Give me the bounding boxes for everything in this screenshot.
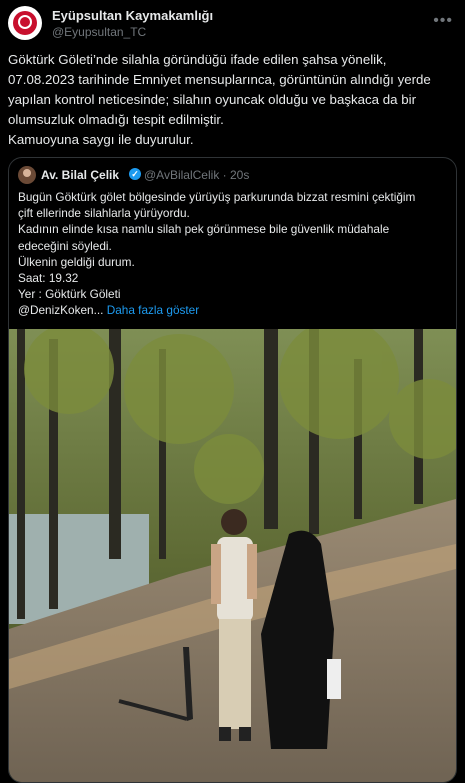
quoted-line: Bugün Göktürk gölet bölgesinde yürüyüş p…: [18, 190, 416, 204]
quoted-avatar[interactable]: [18, 166, 36, 184]
author-avatar[interactable]: [8, 6, 42, 40]
more-horizontal-icon[interactable]: •••: [433, 12, 453, 30]
crescent-icon: [18, 15, 32, 29]
author-handle[interactable]: @Eyupsultan_TC: [52, 25, 146, 39]
tweet-line: 07.08.2023 tarihinde Emniyet mensupların…: [8, 72, 431, 87]
show-more-link[interactable]: Daha fazla göster: [107, 303, 199, 317]
quoted-last-line: @DenizKoken... Daha fazla göster: [18, 302, 450, 318]
quoted-line: çift ellerinde silahlarla yürüyordu.: [18, 206, 190, 221]
quoted-line: Kadının elinde kısa namlu silah pek görü…: [18, 222, 390, 237]
quoted-line: Yer : Göktürk Göleti: [18, 287, 121, 302]
quoted-photo[interactable]: [9, 329, 456, 783]
quoted-handle-time: @AvBilalCelik · 20s: [144, 168, 249, 182]
tweet-line: Göktürk Göleti’nde silahla göründüğü ifa…: [8, 52, 387, 67]
tweet-line: Kamuoyuna saygı ile duyurulur.: [8, 132, 194, 147]
quoted-line: Saat: 19.32: [18, 271, 79, 286]
quoted-author-handle[interactable]: @AvBilalCelik: [144, 168, 219, 182]
tweet-text: Göktürk Göleti’nde silahla göründüğü ifa…: [8, 50, 456, 150]
quoted-time[interactable]: · 20s: [223, 168, 250, 182]
tweet-line: olumsuzluk olmadığı tespit edilmiştir.: [8, 112, 224, 127]
author-name[interactable]: Eyüpsultan Kaymakamlığı: [52, 8, 213, 23]
tweet-header: Eyüpsultan Kaymakamlığı @Eyupsultan_TC •…: [8, 6, 457, 40]
verified-badge-icon: ✓: [129, 168, 141, 180]
quoted-author-name[interactable]: Av. Bilal Çelik: [41, 168, 119, 182]
quoted-tweet[interactable]: Av. Bilal Çelik ✓ @AvBilalCelik · 20s Bu…: [8, 157, 457, 783]
mention-link[interactable]: @DenizKoken...: [18, 303, 103, 317]
quoted-line: edeceğini söyledi.: [18, 238, 112, 253]
quoted-text: Bugün Göktürk gölet bölgesinde yürüyüş p…: [18, 189, 450, 319]
quoted-line: Ülkenin geldiği durum.: [18, 254, 135, 269]
tweet-line: yapılan kontrol neticesinde; silahın oyu…: [8, 92, 417, 107]
